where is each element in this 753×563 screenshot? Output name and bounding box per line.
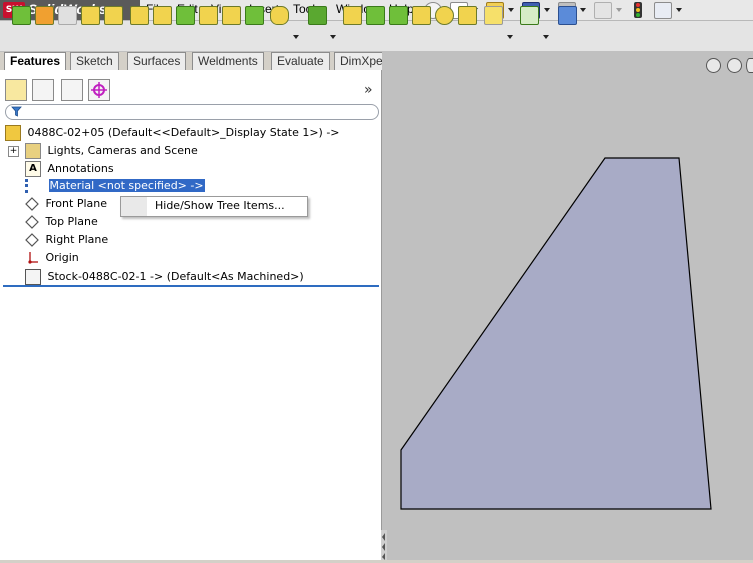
panel-expand-chevron-icon[interactable]: »: [364, 82, 373, 98]
stock-part-icon: [25, 269, 41, 285]
curves-icon[interactable]: [520, 6, 539, 25]
tab-surfaces[interactable]: Surfaces: [127, 52, 187, 71]
plane-icon: [25, 215, 39, 229]
revolve-icon[interactable]: [58, 6, 77, 25]
annotations-icon: A: [25, 161, 41, 177]
context-menu-item-hide-show[interactable]: Hide/Show Tree Items...: [155, 199, 285, 212]
panel-splitter[interactable]: [381, 530, 387, 560]
tree-filter-input[interactable]: [5, 104, 379, 120]
tree-item-right-plane[interactable]: Right Plane: [25, 233, 108, 247]
context-menu: Hide/Show Tree Items...: [120, 196, 308, 217]
part-icon: [5, 125, 21, 141]
undo-dropdown-chevron-icon[interactable]: [616, 8, 622, 12]
tree-item-top-plane[interactable]: Top Plane: [25, 215, 98, 229]
chamfer-icon[interactable]: [104, 6, 123, 25]
rib-icon[interactable]: [176, 6, 195, 25]
options-dropdown-chevron-icon[interactable]: [676, 8, 682, 12]
tree-item-label: Origin: [45, 251, 79, 264]
linear-pattern-icon[interactable]: [308, 6, 327, 25]
fillet-icon[interactable]: [81, 6, 100, 25]
extrude-icon[interactable]: [366, 6, 385, 25]
tab-sketch[interactable]: Sketch: [70, 52, 119, 71]
tree-item-label: Lights, Cameras and Scene: [47, 144, 198, 157]
origin-icon: [25, 251, 39, 265]
tree-rollback-bar[interactable]: [3, 285, 379, 287]
sweep-icon[interactable]: [389, 6, 408, 25]
material-icon: [25, 179, 42, 193]
expand-toggle-icon[interactable]: +: [8, 146, 19, 157]
draft-icon[interactable]: [199, 6, 218, 25]
save-dropdown-chevron-icon[interactable]: [544, 8, 550, 12]
filter-icon: [11, 106, 22, 117]
wrap-icon[interactable]: [153, 6, 172, 25]
tree-item-stock[interactable]: Stock-0488C-02-1 -> (Default<As Machined…: [25, 269, 304, 285]
loft-icon[interactable]: [343, 6, 362, 25]
plane-icon: [25, 197, 39, 211]
curves-dropdown-chevron-icon[interactable]: [543, 35, 549, 39]
features-toolbar: [0, 21, 753, 52]
tree-item-label: Stock-0488C-02-1 -> (Default<As Machined…: [47, 270, 304, 283]
tree-item-label: Front Plane: [45, 197, 108, 210]
part-profile-shape[interactable]: [400, 157, 712, 510]
dome-icon[interactable]: [222, 6, 241, 25]
tree-root-label: 0488C-02+05 (Default<<Default>_Display S…: [27, 126, 340, 139]
pattern-dropdown-chevron-icon[interactable]: [330, 35, 336, 39]
boundary-icon[interactable]: [458, 6, 477, 25]
dimxpert-manager-icon[interactable]: [88, 79, 110, 101]
options-icon[interactable]: [654, 2, 672, 19]
instant3d-dropdown-chevron-icon[interactable]: [507, 35, 513, 39]
shell-icon[interactable]: [130, 6, 149, 25]
tree-item-label: Top Plane: [45, 215, 98, 228]
sketch-icon[interactable]: [12, 6, 31, 25]
tree-item-annotations[interactable]: A Annotations: [25, 161, 114, 177]
print-dropdown-chevron-icon[interactable]: [580, 8, 586, 12]
sphere-icon[interactable]: [435, 6, 454, 25]
tree-item-front-plane[interactable]: Front Plane: [25, 197, 107, 211]
reference-icon[interactable]: [558, 6, 577, 25]
tab-evaluate[interactable]: Evaluate: [271, 52, 330, 71]
property-manager-icon[interactable]: [32, 79, 54, 101]
tab-weldments[interactable]: Weldments: [192, 52, 264, 71]
tree-item-label: Annotations: [47, 162, 114, 175]
move-icon[interactable]: [35, 6, 54, 25]
tree-root[interactable]: 0488C-02+05 (Default<<Default>_Display S…: [5, 125, 340, 141]
tree-item-label-selected: Material <not specified> ->: [48, 179, 205, 192]
tree-item-origin[interactable]: Origin: [25, 251, 79, 265]
cut-icon[interactable]: [245, 6, 264, 25]
part-viewport-svg: [400, 157, 712, 510]
tree-item-label: Right Plane: [45, 233, 109, 246]
feature-manager-icon[interactable]: [5, 79, 27, 101]
tree-item-lights[interactable]: Lights, Cameras and Scene: [25, 143, 198, 159]
shape-dropdown-chevron-icon[interactable]: [293, 35, 299, 39]
configuration-manager-icon[interactable]: [61, 79, 83, 101]
instant3d-icon[interactable]: [484, 6, 503, 25]
lights-cameras-icon: [25, 143, 41, 159]
shape-icon[interactable]: [270, 6, 289, 25]
tab-features[interactable]: Features: [4, 52, 67, 71]
tree-item-material[interactable]: Material <not specified> ->: [25, 179, 205, 193]
cylinder-icon[interactable]: [412, 6, 431, 25]
traffic-light-icon[interactable]: [634, 2, 642, 18]
open-dropdown-chevron-icon[interactable]: [508, 8, 514, 12]
undo-icon[interactable]: [594, 2, 612, 19]
context-menu-gutter: [121, 197, 147, 216]
plane-icon: [25, 233, 39, 247]
